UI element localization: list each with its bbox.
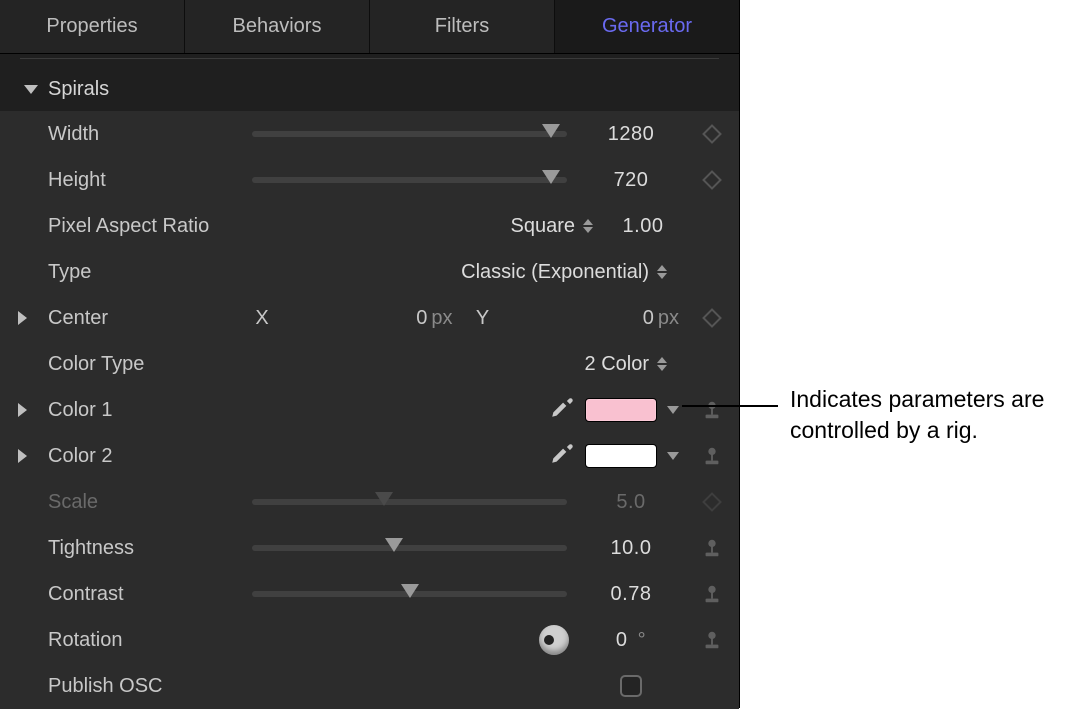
inspector-tabs: Properties Behaviors Filters Generator <box>0 0 739 54</box>
rotation-value[interactable]: 0 ° <box>583 629 679 652</box>
width-slider[interactable] <box>252 131 567 137</box>
keyframe-icon[interactable] <box>702 308 722 328</box>
axis-label-y: Y <box>463 307 503 330</box>
rotation-dial[interactable] <box>539 625 569 655</box>
tab-properties[interactable]: Properties <box>0 0 185 53</box>
inspector-panel: Properties Behaviors Filters Generator S… <box>0 0 740 708</box>
param-label: Center <box>48 307 248 330</box>
param-row-color-type: Color Type 2 Color <box>0 341 739 387</box>
stepper-icon <box>657 357 667 371</box>
eyedropper-icon[interactable] <box>549 394 575 426</box>
param-label: Color 2 <box>48 445 248 468</box>
tab-filters[interactable]: Filters <box>370 0 555 53</box>
section-title: Spirals <box>48 78 109 101</box>
parameter-list: Width 1280 Height 720 Pixe <box>0 111 739 709</box>
callout-leader-line <box>682 405 778 407</box>
param-row-type: Type Classic (Exponential) <box>0 249 739 295</box>
disclosure-triangle-icon <box>24 85 38 94</box>
param-row-scale: Scale 5.0 <box>0 479 739 525</box>
param-label: Scale <box>48 491 248 514</box>
disclosure-triangle-icon[interactable] <box>18 403 27 417</box>
tightness-slider[interactable] <box>252 545 567 551</box>
param-label: Type <box>48 261 248 284</box>
pixel-aspect-value[interactable]: 1.00 <box>607 215 679 238</box>
unit-label: ° <box>638 629 647 651</box>
contrast-value[interactable]: 0.78 <box>583 583 679 606</box>
tab-label: Behaviors <box>233 15 322 38</box>
callout-text: Indicates parameters are controlled by a… <box>790 384 1060 446</box>
rig-joystick-icon[interactable] <box>701 399 723 421</box>
keyframe-icon[interactable] <box>702 124 722 144</box>
unit-label: px <box>658 307 679 329</box>
param-row-tightness: Tightness 10.0 <box>0 525 739 571</box>
stepper-icon <box>583 219 593 233</box>
scale-slider <box>252 499 567 505</box>
param-label: Color Type <box>48 353 248 376</box>
tightness-value[interactable]: 10.0 <box>583 537 679 560</box>
param-row-publish-osc: Publish OSC <box>0 663 739 709</box>
center-x-value[interactable]: 0 <box>416 307 427 329</box>
rig-joystick-icon[interactable] <box>701 537 723 559</box>
popup-value: Classic (Exponential) <box>461 261 649 284</box>
tab-label: Generator <box>602 15 692 38</box>
tab-generator[interactable]: Generator <box>555 0 739 53</box>
tab-label: Filters <box>435 15 489 38</box>
height-value[interactable]: 720 <box>583 169 679 192</box>
chevron-down-icon[interactable] <box>667 452 679 460</box>
disclosure-triangle-icon[interactable] <box>18 449 27 463</box>
param-label: Publish OSC <box>48 675 248 698</box>
disclosure-triangle-icon[interactable] <box>18 311 27 325</box>
popup-value: 2 Color <box>585 353 649 376</box>
rig-joystick-icon[interactable] <box>701 583 723 605</box>
rig-joystick-icon[interactable] <box>701 629 723 651</box>
param-label: Contrast <box>48 583 248 606</box>
param-row-color-2: Color 2 <box>0 433 739 479</box>
param-label: Tightness <box>48 537 248 560</box>
param-row-center: Center X 0px Y 0px <box>0 295 739 341</box>
param-label: Height <box>48 169 248 192</box>
height-slider[interactable] <box>252 177 567 183</box>
pixel-aspect-popup[interactable]: Square <box>507 215 598 238</box>
axis-label-x: X <box>248 307 276 330</box>
eyedropper-icon[interactable] <box>549 440 575 472</box>
rig-joystick-icon[interactable] <box>701 445 723 467</box>
section-header-spirals[interactable]: Spirals <box>0 67 739 111</box>
param-label: Rotation <box>48 629 248 652</box>
tab-label: Properties <box>46 15 137 38</box>
center-y-value[interactable]: 0 <box>643 307 654 329</box>
param-row-color-1: Color 1 <box>0 387 739 433</box>
param-row-rotation: Rotation 0 ° <box>0 617 739 663</box>
contrast-slider[interactable] <box>252 591 567 597</box>
unit-label: px <box>431 307 452 329</box>
param-label: Color 1 <box>48 399 248 422</box>
color-2-well[interactable] <box>585 444 657 468</box>
tab-behaviors[interactable]: Behaviors <box>185 0 370 53</box>
param-row-height: Height 720 <box>0 157 739 203</box>
scale-value: 5.0 <box>583 491 679 514</box>
publish-osc-checkbox[interactable] <box>620 675 642 697</box>
param-row-contrast: Contrast 0.78 <box>0 571 739 617</box>
keyframe-icon[interactable] <box>702 492 722 512</box>
stepper-icon <box>657 265 667 279</box>
width-value[interactable]: 1280 <box>583 123 679 146</box>
param-row-pixel-aspect: Pixel Aspect Ratio Square 1.00 <box>0 203 739 249</box>
color-type-popup[interactable]: 2 Color <box>581 353 671 376</box>
param-label: Pixel Aspect Ratio <box>48 215 248 238</box>
keyframe-icon[interactable] <box>702 170 722 190</box>
type-popup[interactable]: Classic (Exponential) <box>457 261 671 284</box>
param-label: Width <box>48 123 248 146</box>
param-row-width: Width 1280 <box>0 111 739 157</box>
chevron-down-icon[interactable] <box>667 406 679 414</box>
popup-value: Square <box>511 215 576 238</box>
color-1-well[interactable] <box>585 398 657 422</box>
